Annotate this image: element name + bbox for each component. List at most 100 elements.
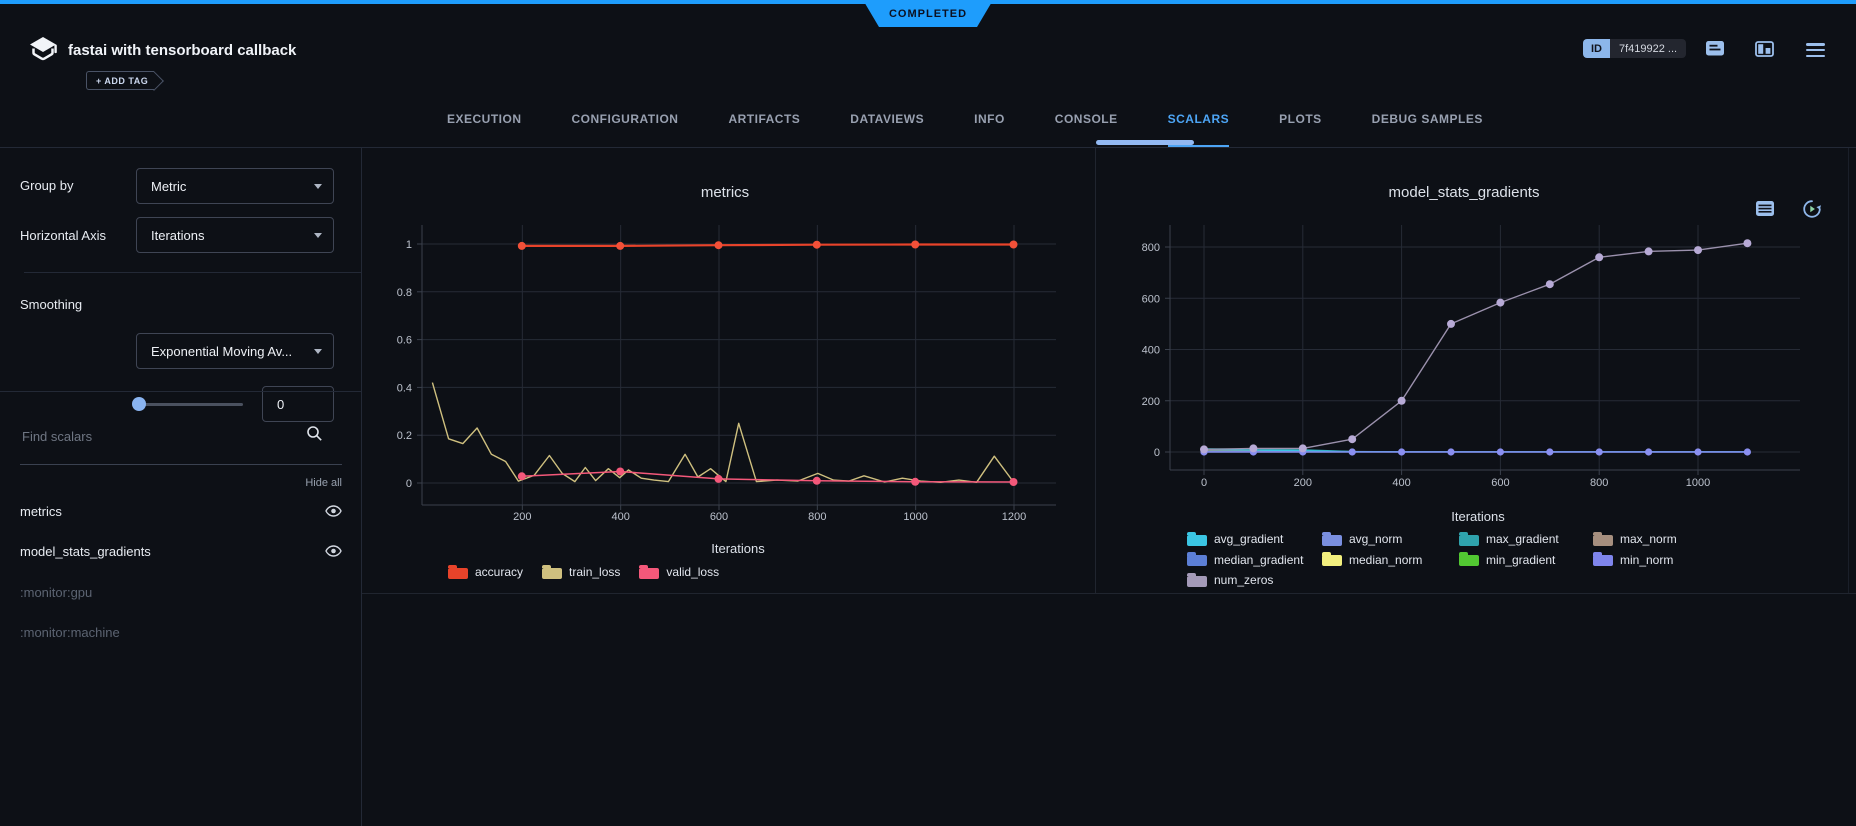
series-point-avg_gradient (1448, 449, 1454, 455)
series-point-median_gradient (1497, 449, 1503, 455)
series-point-avg_gradient (1547, 449, 1553, 455)
series-point-max_norm (1399, 449, 1405, 455)
horizontal-scrollbar-thumb[interactable] (1096, 140, 1194, 145)
panel-divider-vertical (1095, 148, 1096, 593)
y-tick-label: 200 (1142, 396, 1160, 408)
find-scalars-input[interactable] (20, 428, 309, 445)
legend-item-avg_gradient[interactable]: avg_gradient (1187, 532, 1322, 546)
y-tick-label: 600 (1142, 293, 1160, 305)
smoothing-type-select[interactable]: Exponential Moving Av... (136, 333, 334, 369)
series-point-valid_loss (518, 472, 526, 480)
legend-item-max_norm[interactable]: max_norm (1593, 532, 1677, 546)
series-point-min_norm (1398, 448, 1405, 455)
series-point-accuracy (518, 242, 526, 250)
description-icon[interactable] (1706, 41, 1724, 62)
tab-debug-samples[interactable]: DEBUG SAMPLES (1372, 90, 1483, 147)
series-point-avg_norm (1201, 448, 1207, 454)
series-point-max_norm (1596, 449, 1602, 455)
tab-dataviews[interactable]: DATAVIEWS (850, 90, 924, 147)
series-point-min_norm (1546, 448, 1553, 455)
series-point-valid_loss (911, 478, 919, 486)
series-point-avg_norm (1695, 449, 1701, 455)
y-tick-label: 800 (1142, 242, 1160, 254)
divider (0, 391, 361, 392)
series-point-min_gradient (1300, 449, 1306, 455)
horizontal-axis-select[interactable]: Iterations (136, 217, 334, 253)
tab-execution[interactable]: EXECUTION (447, 90, 522, 147)
search-icon[interactable] (306, 425, 323, 447)
y-tick-label: 0 (406, 478, 412, 490)
tab-configuration[interactable]: CONFIGURATION (572, 90, 679, 147)
series-point-max_norm (1547, 449, 1553, 455)
smoothing-slider-track[interactable] (139, 403, 243, 406)
scalar-item-model_stats_gradients: model_stats_gradients (20, 541, 342, 561)
id-badge: ID (1583, 39, 1610, 58)
legend-item-num_zeros[interactable]: num_zeros (1187, 573, 1322, 587)
y-tick-label: 0 (1154, 447, 1160, 459)
id-value: 7f419922 ... (1610, 39, 1686, 58)
scalar-item-monitormachine[interactable]: :monitor:machine (20, 625, 120, 640)
legend-item-median_gradient[interactable]: median_gradient (1187, 553, 1322, 567)
visibility-eye-icon[interactable] (325, 505, 342, 517)
tab-info[interactable]: INFO (974, 90, 1005, 147)
series-line-median_gradient (1204, 452, 1747, 453)
series-line-max_norm (1204, 451, 1747, 452)
legend-model-stats-gradients: avg_gradientavg_normmax_gradientmax_norm… (1187, 529, 1677, 591)
legend-label: accuracy (475, 565, 523, 579)
add-tag-button[interactable]: + ADD TAG (86, 71, 154, 90)
auto-refresh-icon[interactable] (1802, 199, 1822, 224)
series-point-median_gradient (1300, 449, 1306, 455)
visibility-eye-icon[interactable] (325, 545, 342, 557)
legend-item-valid_loss[interactable]: valid_loss (639, 565, 719, 579)
series-point-max_gradient (1399, 449, 1405, 455)
table-view-icon[interactable] (1756, 201, 1774, 221)
group-by-label: Group by (20, 178, 73, 193)
divider (24, 272, 361, 273)
series-point-median_norm (1250, 448, 1256, 454)
series-point-avg_norm (1744, 449, 1750, 455)
legend-item-train_loss[interactable]: train_loss (542, 565, 620, 579)
y-tick-label: 1 (406, 239, 412, 251)
tab-bar: EXECUTION CONFIGURATION ARTIFACTS DATAVIEWS… (0, 90, 1856, 148)
legend-item-accuracy[interactable]: accuracy (448, 565, 523, 579)
experiment-type-icon (28, 36, 58, 69)
tab-console[interactable]: CONSOLE (1055, 90, 1118, 147)
series-point-accuracy (715, 241, 723, 249)
series-point-max_norm (1201, 448, 1207, 454)
side-panel-icon[interactable] (1755, 41, 1774, 62)
series-point-avg_norm (1349, 449, 1355, 455)
menu-icon[interactable] (1806, 43, 1825, 60)
series-min_norm (1200, 448, 1751, 455)
legend-folder-swatch (1187, 576, 1207, 587)
tab-artifacts[interactable]: ARTIFACTS (728, 90, 800, 147)
panel-border-right (1848, 148, 1849, 593)
series-point-avg_norm (1250, 448, 1256, 454)
series-point-max_gradient (1744, 449, 1750, 455)
group-by-select[interactable]: Metric (136, 168, 334, 204)
series-point-min_gradient (1250, 449, 1256, 455)
legend-item-avg_norm[interactable]: avg_norm (1322, 532, 1459, 546)
legend-item-max_gradient[interactable]: max_gradient (1459, 532, 1593, 546)
series-point-median_norm (1547, 449, 1553, 455)
legend-item-min_norm[interactable]: min_norm (1593, 553, 1677, 567)
x-tick-label: 400 (1392, 477, 1410, 489)
series-point-max_norm (1448, 449, 1454, 455)
series-point-max_gradient (1695, 449, 1701, 455)
series-point-avg_norm (1399, 449, 1405, 455)
x-tick-label: 1000 (903, 511, 927, 523)
tab-scalars[interactable]: SCALARS (1168, 90, 1230, 147)
hide-all-link[interactable]: Hide all (20, 477, 342, 489)
scalar-item-monitorgpu[interactable]: :monitor:gpu (20, 585, 92, 600)
series-point-median_gradient (1201, 449, 1207, 455)
smoothing-slider-thumb[interactable] (132, 397, 146, 411)
series-point-median_gradient (1448, 449, 1454, 455)
legend-item-median_norm[interactable]: median_norm (1322, 553, 1459, 567)
series-point-min_gradient (1596, 449, 1602, 455)
series-point-min_gradient (1497, 449, 1503, 455)
x-tick-label: 600 (1491, 477, 1509, 489)
tab-plots[interactable]: PLOTS (1279, 90, 1322, 147)
panel-divider-horizontal (362, 593, 1856, 594)
series-point-min_norm (1200, 448, 1207, 455)
legend-item-min_gradient[interactable]: min_gradient (1459, 553, 1593, 567)
experiment-id-chip[interactable]: ID 7f419922 ... (1583, 39, 1686, 58)
